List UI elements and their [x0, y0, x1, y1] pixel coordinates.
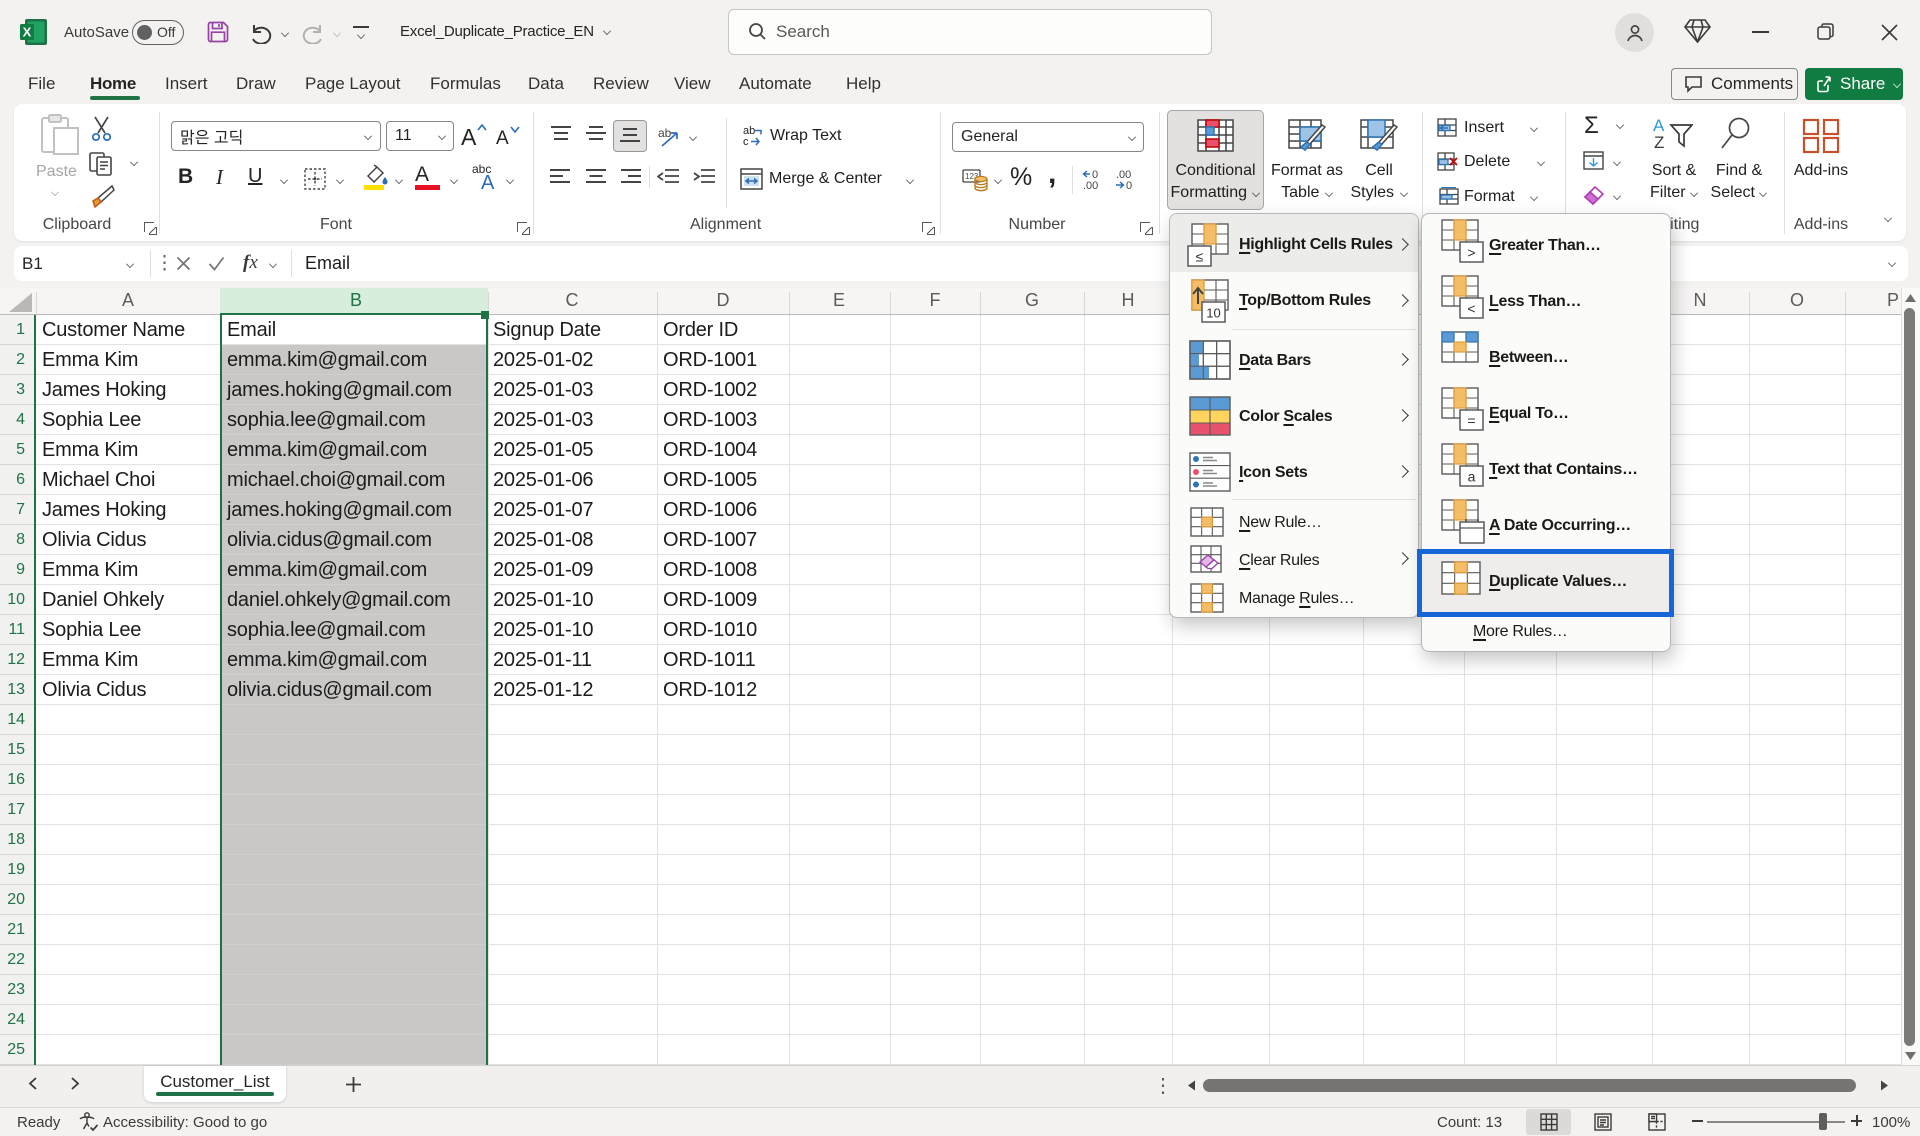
svg-text:.00: .00 [1083, 180, 1098, 190]
svg-text:ab: ab [658, 126, 672, 140]
svg-text:c: c [743, 136, 749, 147]
svg-text:X: X [23, 25, 32, 40]
svg-text:Z: Z [1654, 133, 1664, 151]
svg-text:0: 0 [1126, 180, 1132, 190]
svg-text:A: A [481, 172, 495, 191]
